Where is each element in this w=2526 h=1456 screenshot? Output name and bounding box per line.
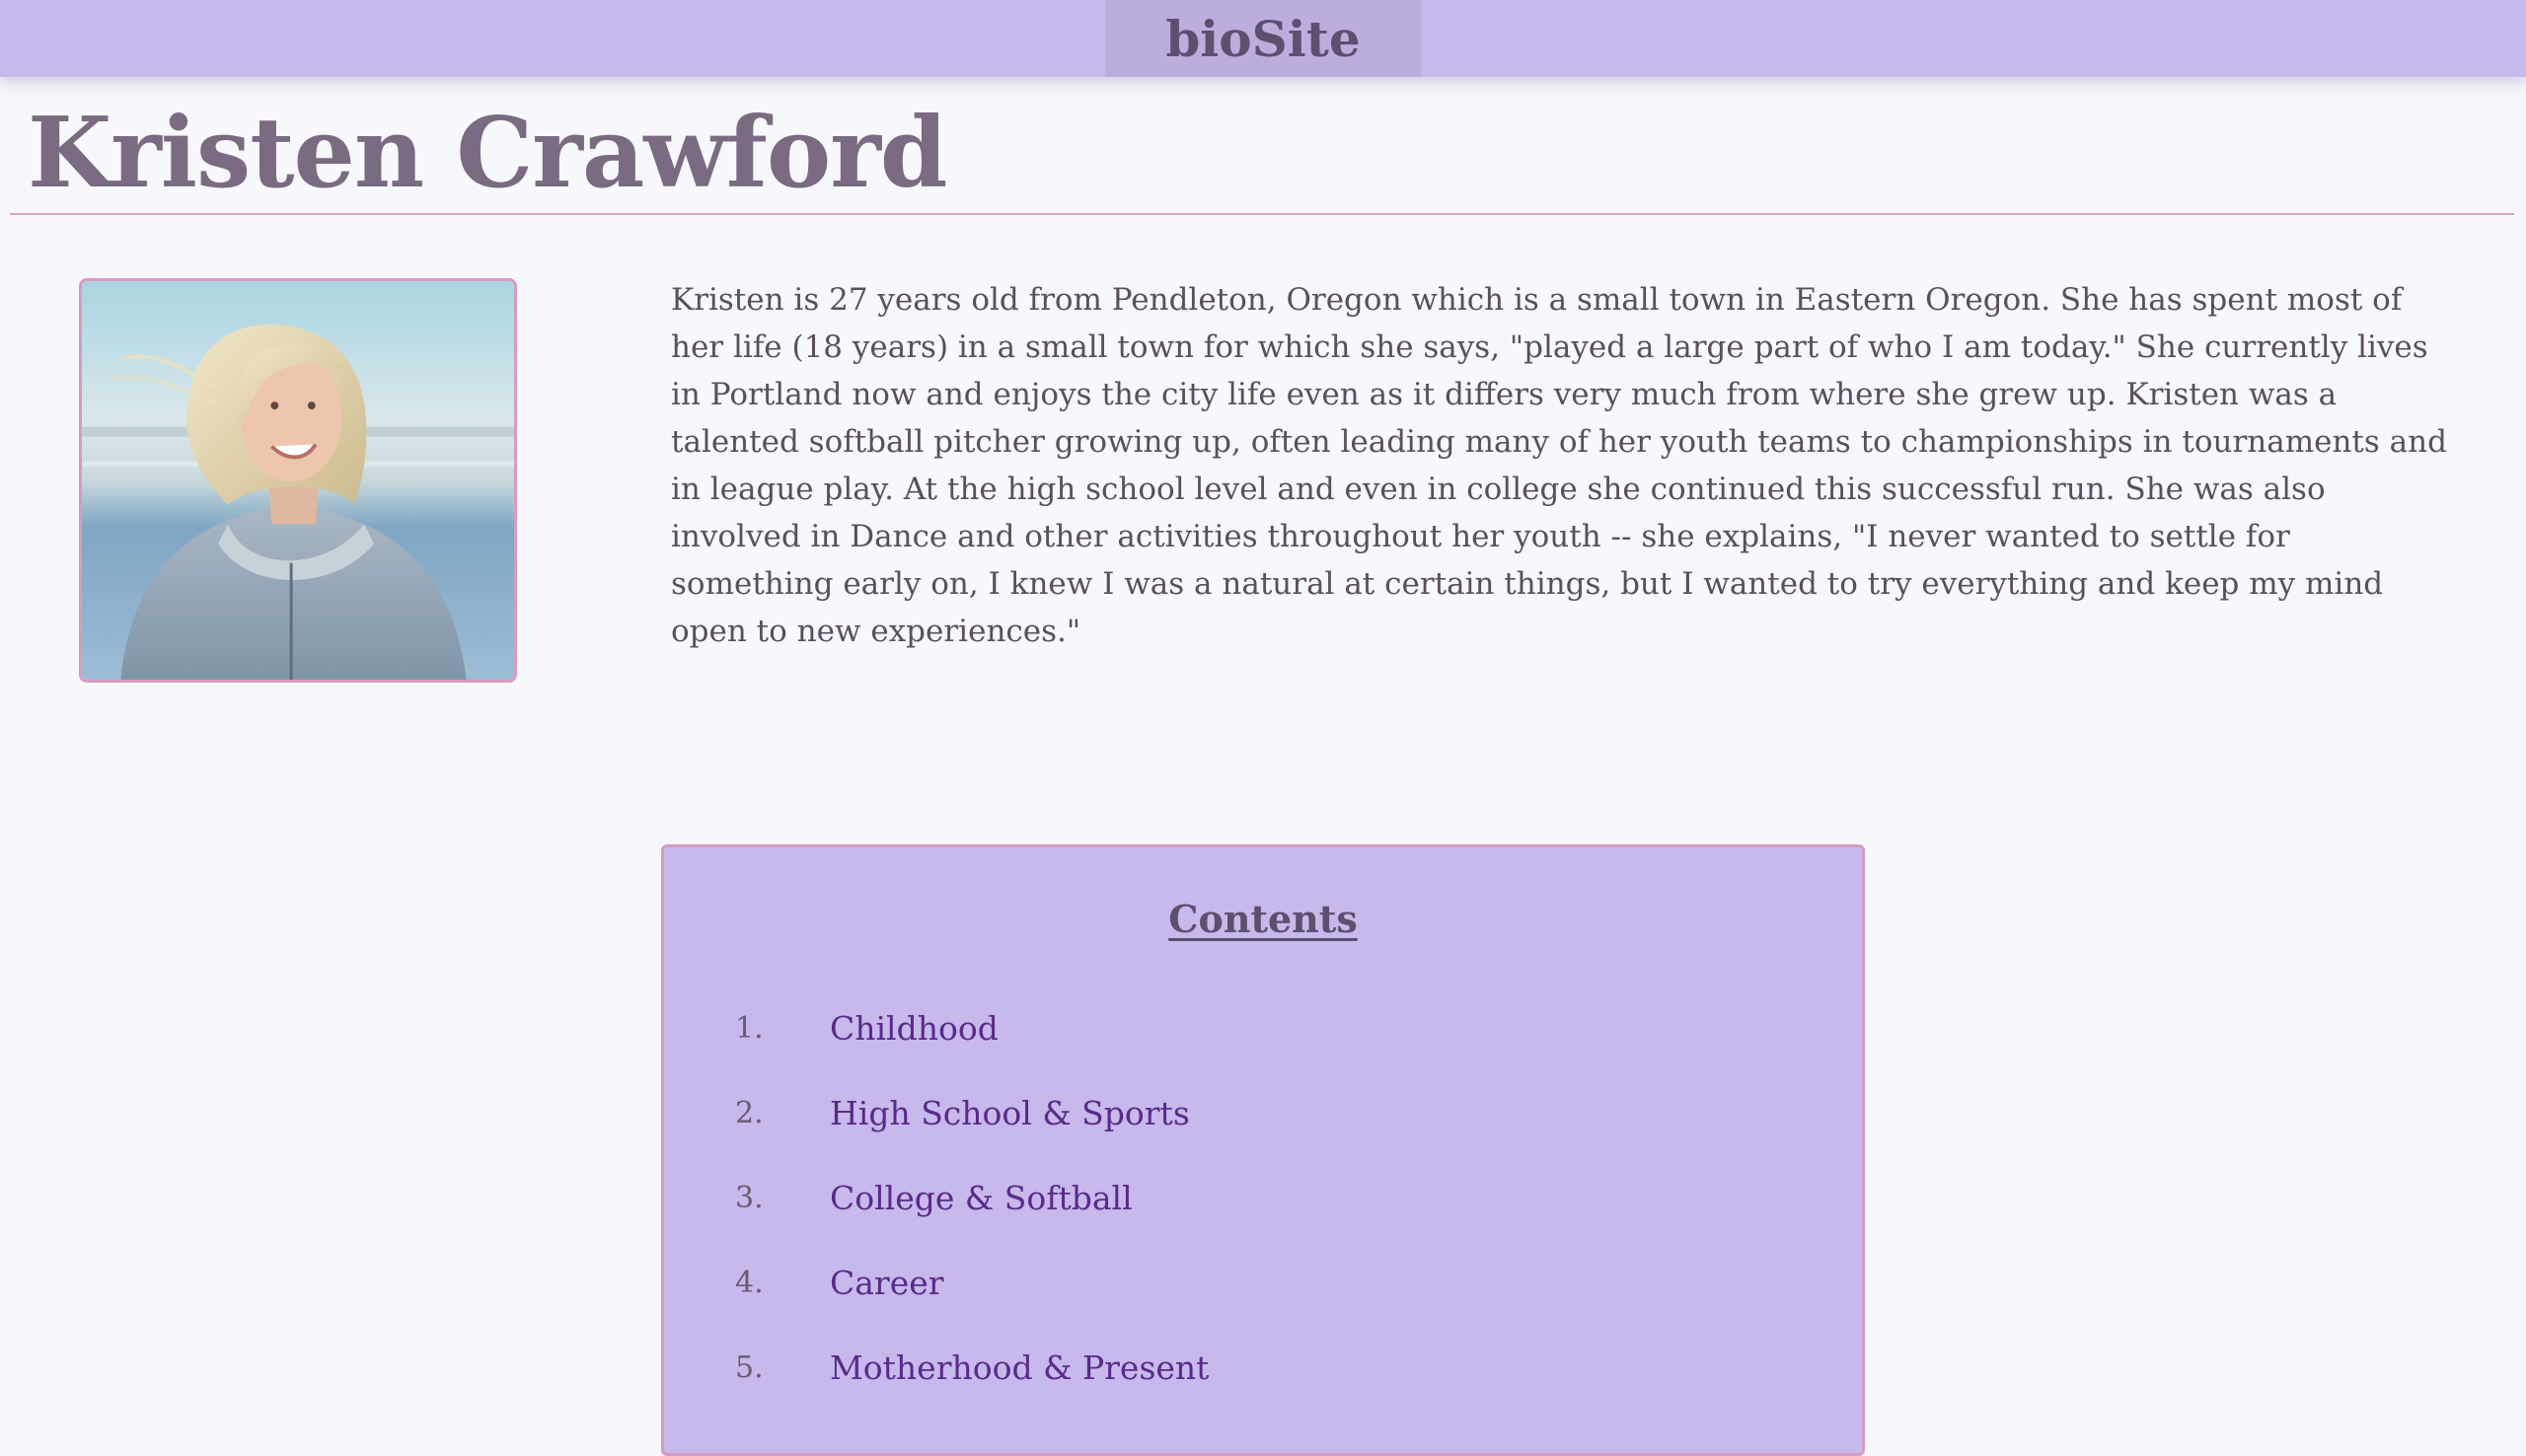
contents-item-college: 3. College & Softball [723, 1179, 1209, 1264]
title-divider [10, 213, 2514, 215]
top-navigation-bar: bioSite [0, 0, 2526, 77]
contents-item-number: 3. [735, 1181, 764, 1215]
contents-heading: Contents [1168, 897, 1358, 941]
contents-item-motherhood: 5. Motherhood & Present [723, 1348, 1209, 1433]
biography-text: Kristen is 27 years old from Pendleton, … [671, 282, 2447, 649]
brand-logo-link[interactable]: bioSite [1105, 0, 1421, 77]
table-of-contents: Contents 1. Childhood 2. High School & S… [661, 844, 1865, 1456]
brand-name: bioSite [1165, 9, 1361, 68]
contents-item-childhood: 1. Childhood [723, 1009, 1209, 1094]
contents-item-career: 4. Career [723, 1264, 1209, 1348]
profile-photo [79, 278, 517, 683]
page-title: Kristen Crawford [28, 97, 947, 210]
contents-link-college-softball[interactable]: College & Softball [830, 1179, 1133, 1218]
contents-link-childhood[interactable]: Childhood [830, 1009, 999, 1049]
contents-item-high-school: 2. High School & Sports [723, 1094, 1209, 1179]
contents-item-number: 4. [735, 1266, 764, 1300]
contents-list: 1. Childhood 2. High School & Sports 3. … [723, 1009, 1209, 1433]
contents-item-number: 5. [735, 1350, 764, 1385]
contents-link-high-school-sports[interactable]: High School & Sports [830, 1094, 1190, 1133]
contents-link-motherhood-present[interactable]: Motherhood & Present [830, 1348, 1209, 1388]
contents-link-career[interactable]: Career [830, 1264, 944, 1303]
contents-item-number: 1. [735, 1011, 764, 1046]
contents-item-number: 2. [735, 1096, 764, 1130]
